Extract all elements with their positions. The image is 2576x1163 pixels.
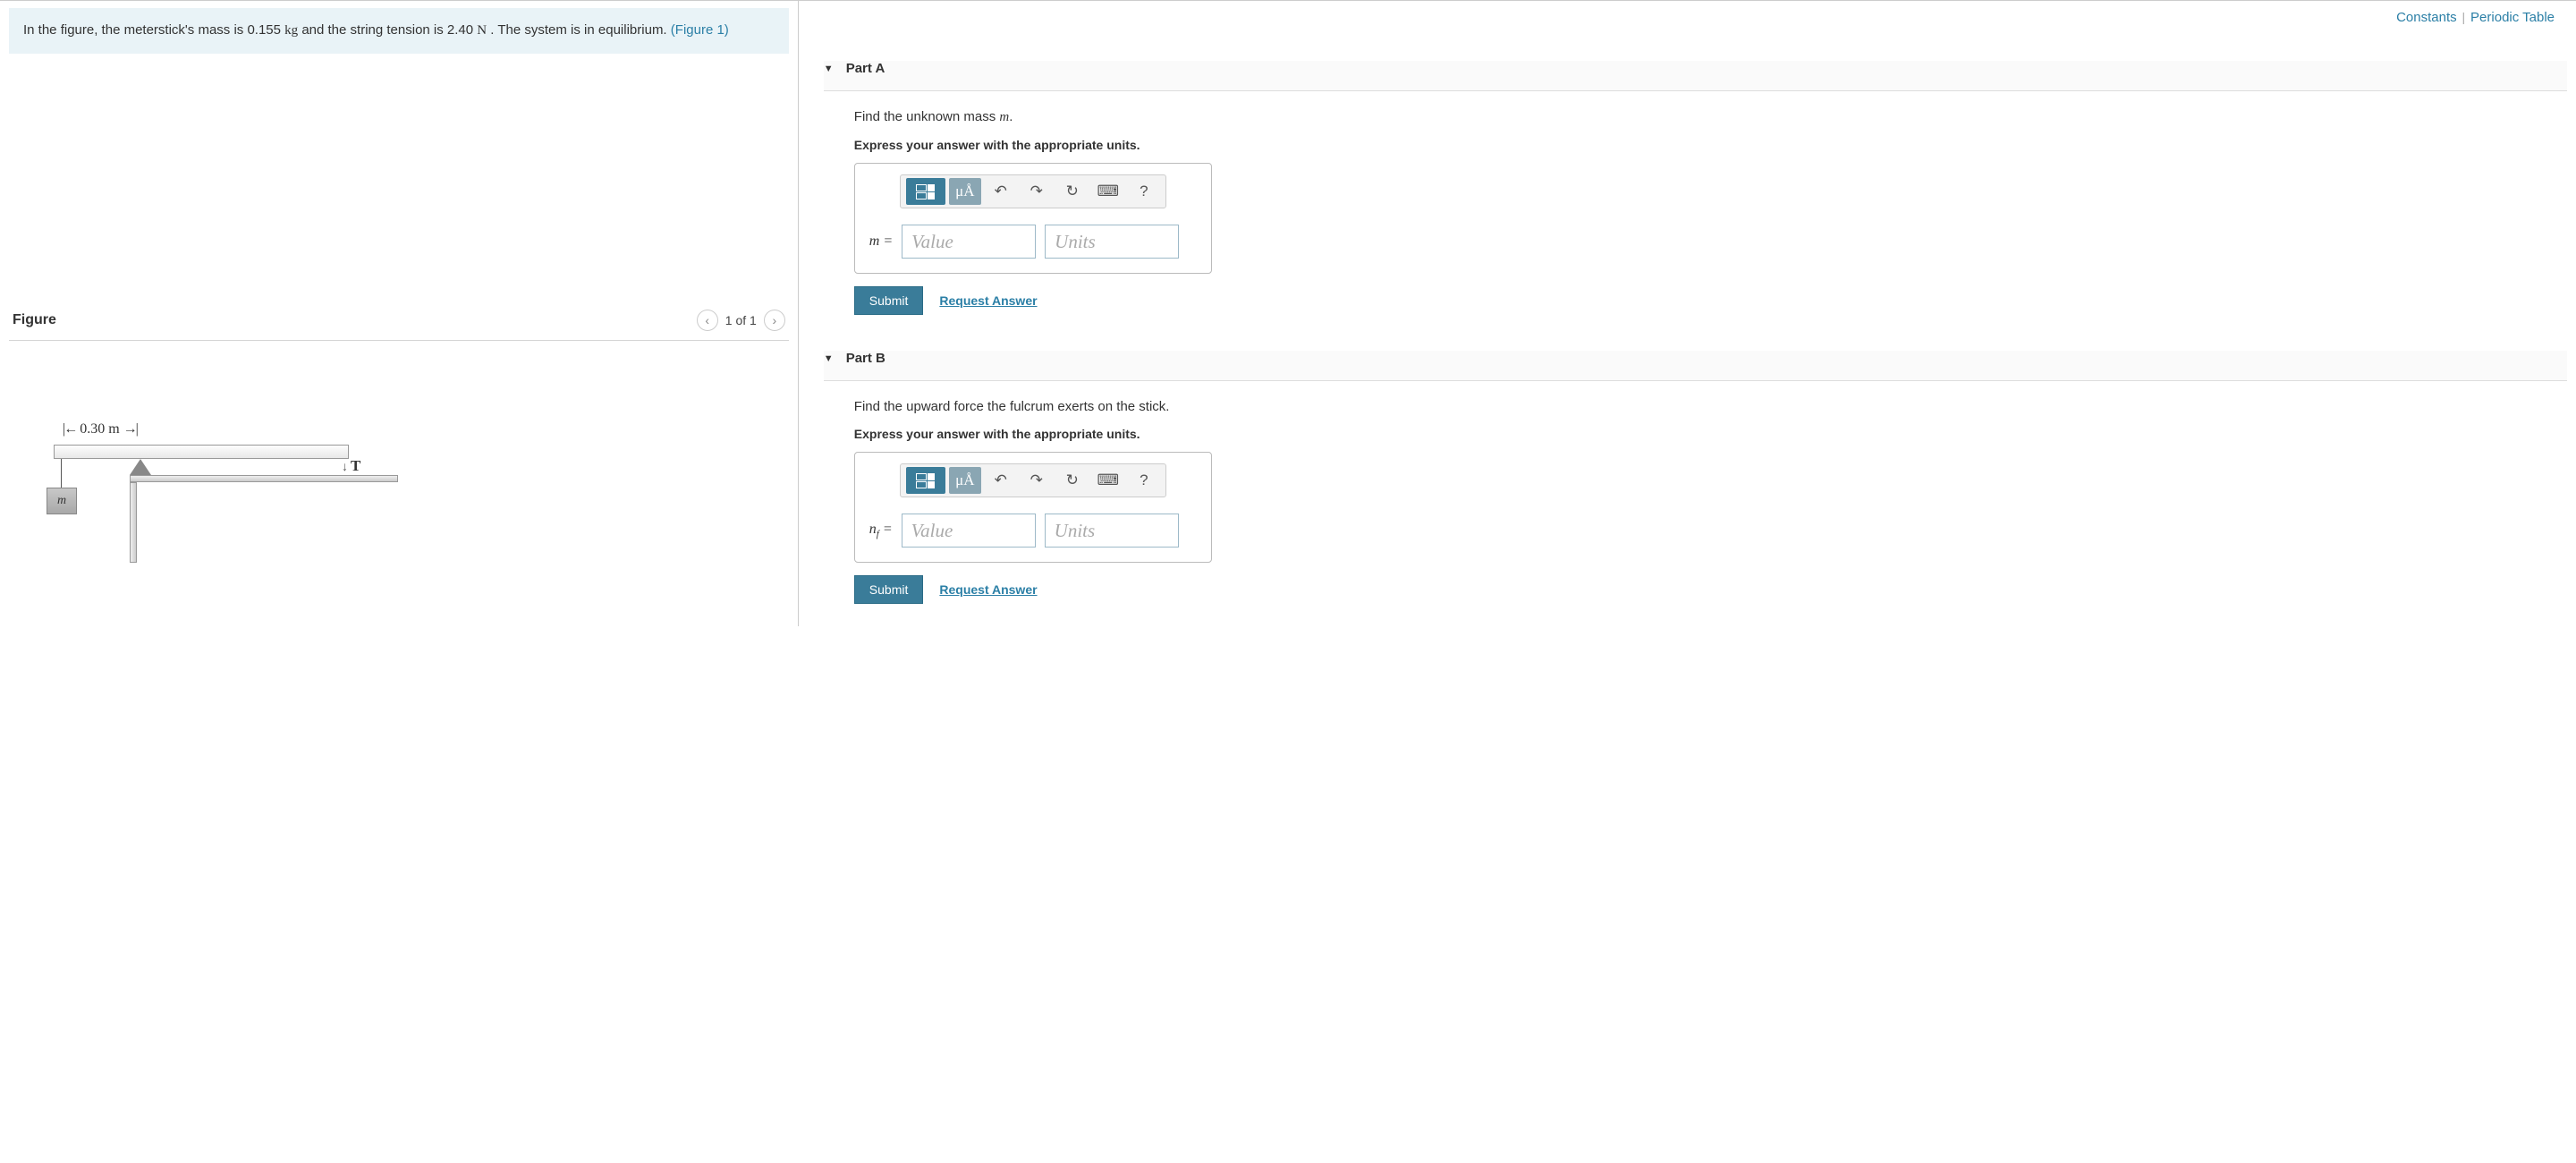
undo-button[interactable]: ↶ [985,178,1017,205]
part-a-hint: Express your answer with the appropriate… [854,138,2567,152]
reset-button[interactable]: ↻ [1056,467,1089,494]
part-b-instruction: Find the upward force the fulcrum exerts… [854,399,2567,414]
keyboard-button[interactable]: ⌨ [1092,178,1124,205]
templates-button[interactable] [906,178,945,205]
help-button[interactable]: ? [1128,178,1160,205]
part-a-header[interactable]: ▼ Part A [824,61,2567,91]
problem-statement: In the figure, the meterstick's mass is … [9,8,789,54]
redo-button[interactable]: ↷ [1021,467,1053,494]
special-chars-button[interactable]: μÅ [949,467,981,494]
part-b-units-input[interactable] [1045,514,1179,548]
part-a-submit-button[interactable]: Submit [854,286,924,315]
part-b-hint: Express your answer with the appropriate… [854,427,2567,441]
figure-title: Figure [13,312,56,328]
caret-down-icon: ▼ [824,353,834,364]
figure-diagram: |← 0.30 m →| m ↓ T [54,421,367,556]
special-chars-button[interactable]: μÅ [949,178,981,205]
part-b-header[interactable]: ▼ Part B [824,351,2567,381]
part-a-instruction: Find the unknown mass m. [854,109,2567,125]
part-a-variable: m = [866,233,893,250]
keyboard-button[interactable]: ⌨ [1092,467,1124,494]
help-button[interactable]: ? [1128,467,1160,494]
tension-label: T [351,457,360,475]
part-a-request-answer-link[interactable]: Request Answer [939,293,1037,308]
equation-toolbar: μÅ ↶ ↷ ↻ ⌨ ? [900,174,1166,208]
constants-link[interactable]: Constants [2396,10,2457,25]
part-a-value-input[interactable] [902,225,1036,259]
figure-prev-button[interactable]: ‹ [697,310,718,331]
part-a-units-input[interactable] [1045,225,1179,259]
part-b-submit-button[interactable]: Submit [854,575,924,604]
equation-toolbar: μÅ ↶ ↷ ↻ ⌨ ? [900,463,1166,497]
templates-button[interactable] [906,467,945,494]
caret-down-icon: ▼ [824,64,834,74]
part-b-request-answer-link[interactable]: Request Answer [939,582,1037,597]
undo-button[interactable]: ↶ [985,467,1017,494]
redo-button[interactable]: ↷ [1021,178,1053,205]
figure-next-button[interactable]: › [764,310,785,331]
part-b-variable: nf = [866,522,893,539]
part-b-value-input[interactable] [902,514,1036,548]
figure-link[interactable]: (Figure 1) [671,22,729,38]
mass-label: m [47,488,77,514]
periodic-table-link[interactable]: Periodic Table [2470,10,2555,25]
reset-button[interactable]: ↻ [1056,178,1089,205]
figure-pager-text: 1 of 1 [725,313,757,327]
